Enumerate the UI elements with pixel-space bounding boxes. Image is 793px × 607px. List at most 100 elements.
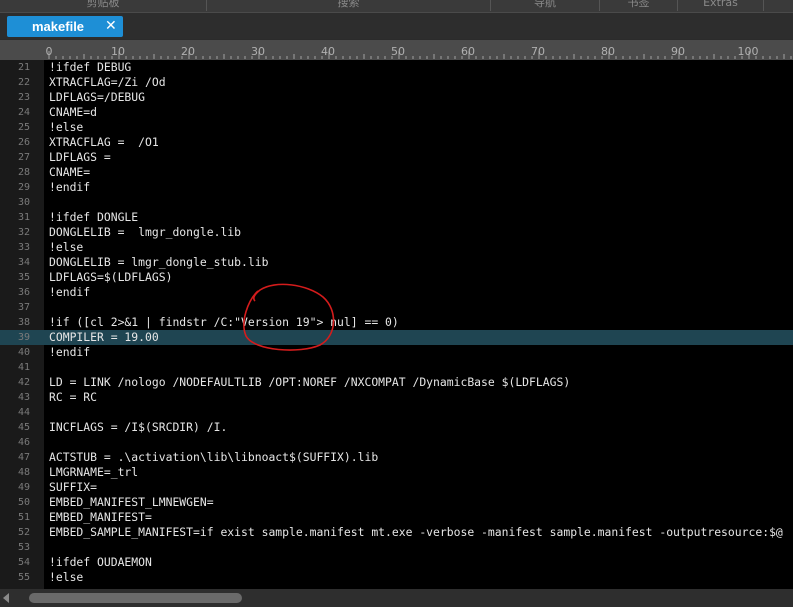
line-number: 52 xyxy=(17,527,30,538)
code-line[interactable]: 49 SUFFIX= xyxy=(0,480,793,495)
line-number: 27 xyxy=(17,152,30,163)
line-number: 21 xyxy=(17,62,30,73)
code-text[interactable]: LMGRNAME=_trl xyxy=(49,465,138,480)
code-line[interactable]: 31 !ifdef DONGLE xyxy=(0,210,793,225)
code-line[interactable]: 24 CNAME=d xyxy=(0,105,793,120)
code-line[interactable]: 51 EMBED_MANIFEST= xyxy=(0,510,793,525)
code-line[interactable]: 54 !ifdef OUDAEMON xyxy=(0,555,793,570)
code-line[interactable]: 21 !ifdef DEBUG xyxy=(0,60,793,75)
code-text[interactable]: CNAME=d xyxy=(49,105,97,120)
code-line[interactable]: 36 !endif xyxy=(0,285,793,300)
line-number: 35 xyxy=(17,272,30,283)
ruler-label: 60 xyxy=(461,45,475,58)
code-text[interactable]: !if ([cl 2>&1 | findstr /C:"Version 19">… xyxy=(49,315,399,330)
line-number: 53 xyxy=(17,542,30,553)
code-text[interactable]: !else xyxy=(49,120,83,135)
code-text[interactable]: LD = LINK /nologo /NODEFAULTLIB /OPT:NOR… xyxy=(49,375,570,390)
toolbar-bookmarks[interactable]: 书签 xyxy=(600,0,678,11)
line-number: 43 xyxy=(17,392,30,403)
scrollbar-thumb[interactable] xyxy=(29,593,242,603)
code-text[interactable]: !ifdef OUDAEMON xyxy=(49,555,152,570)
toolbar-clipboard[interactable]: 剪贴板 xyxy=(0,0,207,11)
code-line[interactable]: 53 xyxy=(0,540,793,555)
code-text[interactable]: LDFLAGS=$(LDFLAGS) xyxy=(49,270,172,285)
code-text[interactable]: !ifdef DONGLE xyxy=(49,210,138,225)
code-text[interactable]: !ifdef DEBUG xyxy=(49,60,131,75)
top-toolbar: 剪贴板 搜索 导航 书签 Extras xyxy=(0,0,793,13)
code-line[interactable]: 48 LMGRNAME=_trl xyxy=(0,465,793,480)
code-text[interactable]: !endif xyxy=(49,180,90,195)
code-line[interactable]: 45 INCFLAGS = /I$(SRCDIR) /I. xyxy=(0,420,793,435)
code-line[interactable]: 28 CNAME= xyxy=(0,165,793,180)
code-text[interactable]: !endif xyxy=(49,345,90,360)
tab-makefile[interactable]: makefile ✕ xyxy=(7,16,123,37)
code-line[interactable]: 34 DONGLELIB = lmgr_dongle_stub.lib xyxy=(0,255,793,270)
code-line[interactable]: 23 LDFLAGS=/DEBUG xyxy=(0,90,793,105)
ruler-label: 50 xyxy=(391,45,405,58)
code-line[interactable]: 41 xyxy=(0,360,793,375)
code-line[interactable]: 37 xyxy=(0,300,793,315)
code-line[interactable]: 32 DONGLELIB = lmgr_dongle.lib xyxy=(0,225,793,240)
code-line[interactable]: 47 ACTSTUB = .\activation\lib\libnoact$(S… xyxy=(0,450,793,465)
code-text[interactable]: DONGLELIB = lmgr_dongle_stub.lib xyxy=(49,255,268,270)
line-number: 42 xyxy=(17,377,30,388)
code-line[interactable]: 44 xyxy=(0,405,793,420)
ruler-label: 40 xyxy=(321,45,335,58)
code-text[interactable]: LDFLAGS = xyxy=(49,150,111,165)
line-number: 36 xyxy=(17,287,30,298)
code-text[interactable]: EMBED_MANIFEST_LMNEWGEN= xyxy=(49,495,214,510)
code-line[interactable]: 46 xyxy=(0,435,793,450)
line-number: 29 xyxy=(17,182,30,193)
code-line[interactable]: 42 LD = LINK /nologo /NODEFAULTLIB /OPT:N… xyxy=(0,375,793,390)
code-line[interactable]: 39 COMPILER = 19.00 xyxy=(0,330,793,345)
code-line[interactable]: 33 !else xyxy=(0,240,793,255)
code-text[interactable]: COMPILER = 19.00 xyxy=(49,330,159,345)
code-text[interactable]: ACTSTUB = .\activation\lib\libnoact$(SUF… xyxy=(49,450,378,465)
ruler-label: 90 xyxy=(671,45,685,58)
code-text[interactable]: !else xyxy=(49,570,83,585)
line-number: 40 xyxy=(17,347,30,358)
code-line[interactable]: 52 EMBED_SAMPLE_MANIFEST=if exist sample.… xyxy=(0,525,793,540)
ruler-label: 10 xyxy=(111,45,125,58)
line-number: 48 xyxy=(17,467,30,478)
line-number: 41 xyxy=(17,362,30,373)
line-number: 45 xyxy=(17,422,30,433)
code-text[interactable]: RC = RC xyxy=(49,390,97,405)
code-line[interactable]: 35 LDFLAGS=$(LDFLAGS) xyxy=(0,270,793,285)
toolbar-extras[interactable]: Extras xyxy=(678,0,764,11)
code-text[interactable]: EMBED_SAMPLE_MANIFEST=if exist sample.ma… xyxy=(49,525,783,540)
code-line[interactable]: 27 LDFLAGS = xyxy=(0,150,793,165)
code-text[interactable]: !endif xyxy=(49,285,90,300)
code-text[interactable]: SUFFIX= xyxy=(49,480,97,495)
code-line[interactable]: 25 !else xyxy=(0,120,793,135)
toolbar-search[interactable]: 搜索 xyxy=(207,0,491,11)
toolbar-navigate[interactable]: 导航 xyxy=(491,0,600,11)
close-icon[interactable]: ✕ xyxy=(105,16,117,37)
code-line[interactable]: 30 xyxy=(0,195,793,210)
code-text[interactable]: CNAME= xyxy=(49,165,90,180)
code-line[interactable]: 50 EMBED_MANIFEST_LMNEWGEN= xyxy=(0,495,793,510)
horizontal-scrollbar[interactable] xyxy=(0,589,793,607)
code-text[interactable]: INCFLAGS = /I$(SRCDIR) /I. xyxy=(49,420,227,435)
code-text[interactable]: XTRACFLAG=/Zi /Od xyxy=(49,75,166,90)
code-text[interactable]: !else xyxy=(49,240,83,255)
line-number: 37 xyxy=(17,302,30,313)
code-line[interactable]: 40 !endif xyxy=(0,345,793,360)
code-line[interactable]: 55 !else xyxy=(0,570,793,585)
code-text[interactable]: EMBED_MANIFEST= xyxy=(49,510,152,525)
line-number: 38 xyxy=(17,317,30,328)
code-line[interactable]: 26 XTRACFLAG = /O1 xyxy=(0,135,793,150)
code-line[interactable]: 22 XTRACFLAG=/Zi /Od xyxy=(0,75,793,90)
line-number: 49 xyxy=(17,482,30,493)
code-text[interactable]: XTRACFLAG = /O1 xyxy=(49,135,159,150)
ruler-label: 100 xyxy=(738,45,759,58)
code-text[interactable]: LDFLAGS=/DEBUG xyxy=(49,90,145,105)
code-line[interactable]: 43 RC = RC xyxy=(0,390,793,405)
scroll-left-arrow-icon[interactable] xyxy=(3,593,9,603)
code-line[interactable]: 38 !if ([cl 2>&1 | findstr /C:"Version 19… xyxy=(0,315,793,330)
code-text[interactable]: DONGLELIB = lmgr_dongle.lib xyxy=(49,225,241,240)
tab-label: makefile xyxy=(32,19,85,34)
code-line[interactable]: 29 !endif xyxy=(0,180,793,195)
code-editor[interactable]: 21 !ifdef DEBUG 22 XTRACFLAG=/Zi /Od 23 LDFLA… xyxy=(0,60,793,589)
line-number: 51 xyxy=(17,512,30,523)
